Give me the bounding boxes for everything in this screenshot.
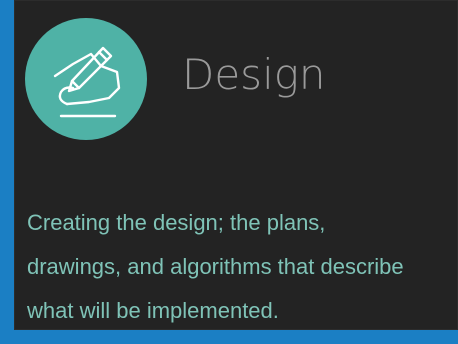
description-line: drawings, and algorithms that describe: [27, 254, 404, 279]
pen-drawing-icon: [53, 46, 121, 118]
design-icon-badge: [25, 18, 147, 140]
card-description: Creating the design; the plans, drawings…: [27, 201, 457, 329]
description-line: what will be implemented.: [27, 298, 279, 323]
design-card: Design Creating the design; the plans, d…: [14, 0, 458, 330]
description-line: Creating the design; the plans,: [27, 210, 326, 235]
card-title: Design: [182, 50, 326, 99]
